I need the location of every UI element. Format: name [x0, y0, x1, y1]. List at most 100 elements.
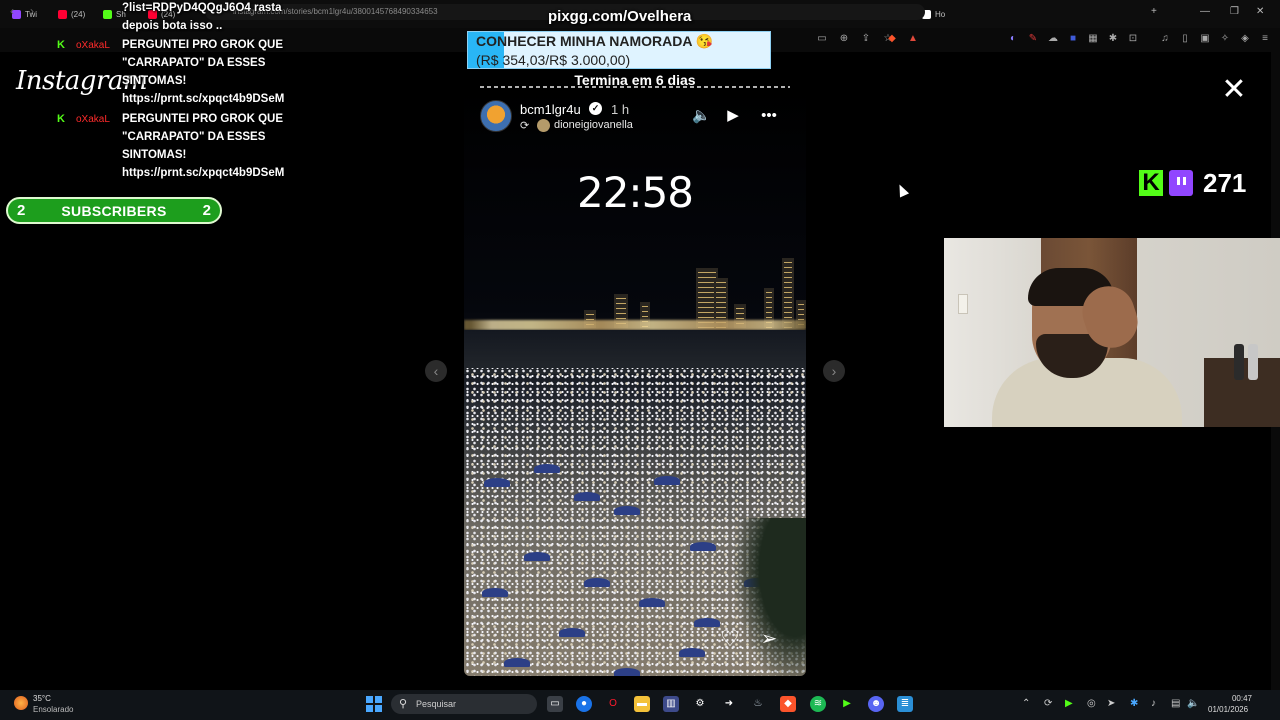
bottle	[1234, 344, 1244, 380]
subs-label: SUBSCRIBERS	[61, 202, 167, 219]
notepad-icon[interactable]: ≣	[897, 696, 913, 712]
like-heart-icon[interactable]: ♡	[718, 628, 742, 650]
next-story-button[interactable]: ›	[823, 360, 845, 382]
browser-tab[interactable]: Ho	[922, 6, 945, 22]
bluetooth-icon[interactable]: ✱	[1130, 698, 1138, 709]
extensions-puzzle-icon[interactable]: ✱	[1107, 33, 1119, 45]
file-explorer-icon[interactable]: ▬	[634, 696, 650, 712]
app-icon[interactable]: ▥	[663, 696, 679, 712]
network-icon[interactable]: ▤	[1171, 698, 1180, 709]
chat-message-line: PERGUNTEI PRO GROK QUE	[122, 39, 284, 51]
spotify-icon[interactable]: ≋	[810, 696, 826, 712]
original-poster-avatar[interactable]	[537, 119, 550, 132]
beach-umbrella	[534, 464, 560, 473]
cast-icon[interactable]: ▭	[816, 33, 828, 45]
tab-label: Ho	[935, 9, 946, 19]
tab-favicon-icon	[58, 9, 67, 19]
menu-icon[interactable]: ≡	[1259, 33, 1271, 45]
city-lights	[464, 320, 806, 330]
send-icon[interactable]: ➢	[758, 628, 780, 650]
back-button[interactable]: ‹	[10, 4, 14, 18]
story-clock-text: 22:58	[576, 168, 694, 217]
more-options-icon[interactable]: •••	[760, 107, 778, 125]
task-view-icon[interactable]: ▭	[547, 696, 563, 712]
chat-message-line: "CARRAPATO" DA ESSES	[122, 57, 266, 69]
weather-description[interactable]: Ensolarado	[33, 705, 73, 714]
maximize-button[interactable]: ❐	[1230, 6, 1239, 17]
search-placeholder[interactable]: Pesquisar	[416, 699, 456, 709]
tray-app-icon[interactable]: ⟳	[1044, 698, 1052, 709]
bottle	[1248, 344, 1258, 380]
kick-icon[interactable]: ▶	[839, 696, 855, 712]
donation-goal: CONHECER MINHA NAMORADA 😘 (R$ 354,03/R$ …	[467, 31, 771, 69]
media-icon[interactable]: ♫	[1159, 33, 1171, 45]
volume-icon[interactable]: 🔈	[1187, 698, 1199, 709]
chrome-icon[interactable]: ●	[576, 696, 592, 712]
brave-icon[interactable]: ◆	[780, 696, 796, 712]
verified-icon: ✓	[589, 102, 602, 115]
vpn-icon[interactable]: ◈	[1239, 33, 1251, 45]
beach-umbrella	[679, 648, 705, 657]
browser-tab[interactable]: (24)	[58, 6, 85, 22]
app-icon[interactable]: ⚙	[692, 696, 708, 712]
original-poster-username[interactable]: dioneigiovanella	[554, 119, 633, 131]
extension-icon[interactable]: ■	[1067, 33, 1079, 45]
screenshot-icon[interactable]: ⊡	[1127, 33, 1139, 45]
extension-icon[interactable]: ☁	[1047, 33, 1059, 45]
beach-umbrella	[639, 598, 665, 607]
viewer-counter: K 271	[1139, 168, 1246, 198]
tray-app-icon[interactable]: ◎	[1087, 698, 1096, 709]
windows-start-icon[interactable]	[366, 696, 382, 712]
kick-badge-icon: K	[57, 39, 65, 51]
close-story-icon[interactable]: ✕	[1219, 75, 1249, 105]
forward-button[interactable]: ›	[30, 4, 34, 18]
opera-icon[interactable]: O	[605, 696, 621, 712]
beach-umbrella	[690, 542, 716, 551]
story-username[interactable]: bcm1lgr4u	[520, 102, 581, 117]
zoom-icon[interactable]: ⊕	[838, 33, 850, 45]
taskbar-time[interactable]: 00:47	[1226, 694, 1252, 703]
tray-app-icon[interactable]: ▶	[1065, 698, 1073, 709]
chat-message-line: SINTOMAS!	[122, 149, 187, 161]
close-window-button[interactable]: ✕	[1256, 6, 1264, 17]
tray-app-icon[interactable]: ➤	[1107, 698, 1115, 709]
new-tab-button[interactable]: +	[1151, 6, 1157, 17]
sound-icon[interactable]: 🔈	[692, 107, 711, 125]
beach-umbrella	[484, 478, 510, 487]
tab-label: (24)	[71, 9, 86, 19]
microphone-icon[interactable]: ♪	[1151, 698, 1156, 709]
wallet-icon[interactable]: ▣	[1199, 33, 1211, 45]
extension-icon[interactable]: ◐	[1007, 33, 1019, 45]
taskbar-date[interactable]: 01/01/2026	[1208, 705, 1248, 714]
tray-overflow-icon[interactable]: ⌃	[1022, 698, 1030, 709]
kick-logo-icon: K	[1139, 170, 1163, 196]
avatar[interactable]	[480, 100, 512, 132]
discord-icon[interactable]: ☻	[868, 696, 884, 712]
extension-icon[interactable]: ✎	[1027, 33, 1039, 45]
extension-icon[interactable]: ▦	[1087, 33, 1099, 45]
weather-temperature[interactable]: 35°C	[33, 694, 51, 703]
leo-ai-icon[interactable]: ✧	[1219, 33, 1231, 45]
share-icon[interactable]: ⇪	[860, 33, 872, 45]
beach-umbrella	[504, 658, 530, 667]
city-skyline	[464, 238, 806, 328]
light-switch	[958, 294, 968, 314]
subs-count-left: 2	[17, 202, 26, 219]
taskbar-search-input[interactable]	[391, 694, 537, 714]
steam-icon[interactable]: ♨	[750, 696, 766, 712]
chat-message-line: https://prnt.sc/xpqct4b9DSeM	[122, 93, 285, 105]
brave-shield-icon[interactable]: ◆	[886, 33, 898, 45]
search-icon: ⚲	[399, 698, 408, 710]
previous-story-button[interactable]: ‹	[425, 360, 447, 382]
sidebar-icon[interactable]: ▯	[1179, 33, 1191, 45]
brave-rewards-icon[interactable]: ▲	[907, 33, 919, 45]
viewer-count: 271	[1203, 167, 1247, 198]
subs-count-right: 2	[202, 202, 211, 219]
app-icon[interactable]: ➜	[721, 696, 737, 712]
minimize-button[interactable]: —	[1200, 6, 1210, 17]
chat-message-line: ?list=RDPyD4QQgJ6O4 rasta	[122, 2, 282, 14]
beach-umbrella	[559, 628, 585, 637]
play-icon[interactable]: ▶	[724, 107, 742, 125]
weather-sun-icon[interactable]	[14, 696, 28, 710]
subscribers-badge: 2 SUBSCRIBERS 2	[6, 197, 222, 224]
